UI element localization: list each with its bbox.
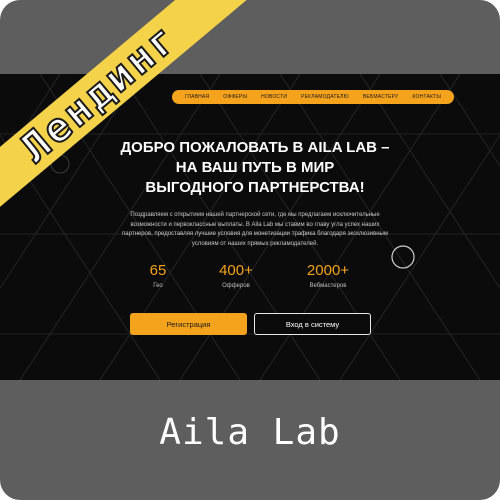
stat-value: 2000+ [306,262,350,279]
nav-item-webmaster[interactable]: Вебмастеру [363,94,399,100]
nav-item-offers[interactable]: Офферы [223,94,247,100]
hero-description: Поздравляем с открытием нашей партнерско… [122,212,388,247]
login-button[interactable]: Вход в систему [254,313,371,335]
stat-offers: 400+ Офферов [196,262,276,291]
hero-title: ДОБРО ПОЖАЛОВАТЬ В AILA LAB – НА ВАШ ПУТ… [100,138,410,198]
nav-item-contacts[interactable]: Контакты [412,94,441,100]
nav-item-advertiser[interactable]: Рекламодателю [301,94,349,100]
stat-geo: 65 Гео [118,262,198,291]
card-frame: Главная Офферы Новости Рекламодателю Веб… [0,0,500,500]
register-button[interactable]: Регистрация [130,313,247,335]
nav-item-news[interactable]: Новости [261,94,287,100]
nav-item-home[interactable]: Главная [185,94,209,100]
product-title: Aila Lab [159,412,341,453]
stat-webmasters: 2000+ Вебмастеров [288,262,368,291]
hero-title-line: ДОБРО ПОЖАЛОВАТЬ В AILA LAB – [120,139,390,156]
stat-value: 65 [149,262,167,279]
stat-label: Вебмастеров [309,283,347,289]
stat-label: Гео [153,283,163,289]
nav-bar: Главная Офферы Новости Рекламодателю Веб… [172,90,454,104]
stat-label: Офферов [222,283,250,289]
hero-title-line: НА ВАШ ПУТЬ В МИР [175,159,335,176]
hero-title-line: ВЫГОДНОГО ПАРТНЕРСТВА! [145,179,365,196]
stat-value: 400+ [219,262,253,279]
